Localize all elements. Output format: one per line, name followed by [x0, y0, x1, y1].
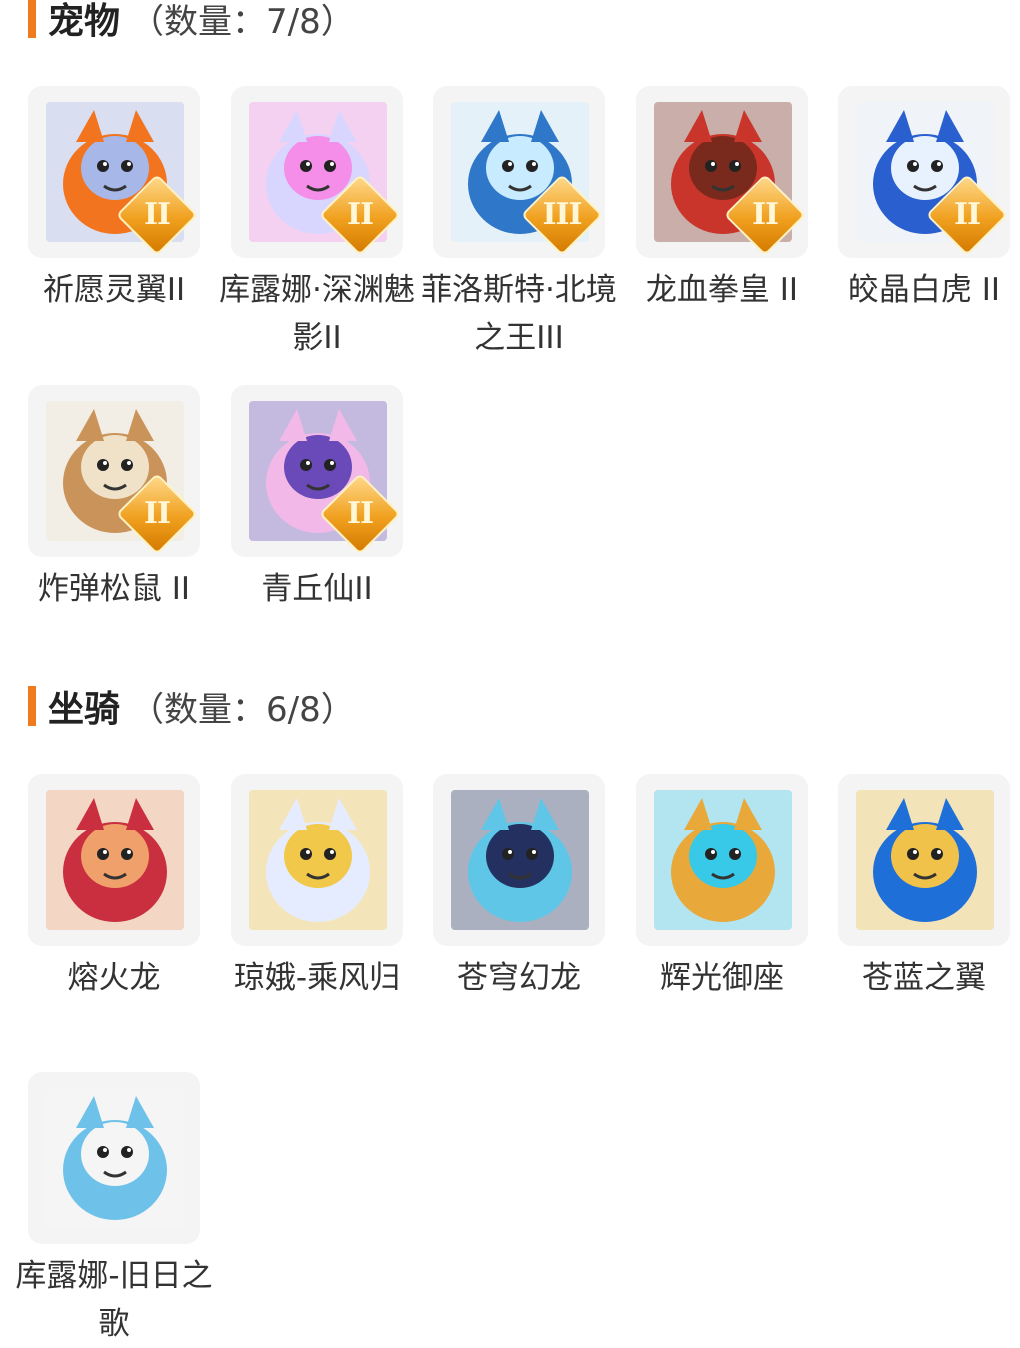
section-accent-bar — [28, 686, 36, 726]
rank-badge-label: II — [346, 496, 374, 531]
item-name: 库露娜-旧日之歌 — [15, 1258, 213, 1342]
item-thumbnail[interactable] — [838, 774, 1010, 946]
item-name: 苍穹幻龙 — [457, 960, 581, 996]
item-name: 祈愿灵翼II — [42, 272, 186, 308]
item-thumbnail[interactable]: II — [636, 86, 808, 258]
item-name: 辉光御座 — [660, 960, 784, 996]
section-count: （数量：6/8） — [130, 689, 355, 730]
section-count: （数量：7/8） — [130, 1, 355, 42]
item-thumbnail[interactable]: II — [28, 86, 200, 258]
item-name: 青丘仙II — [261, 571, 373, 607]
mounts-section-header: 坐骑 （数量：6/8） — [28, 684, 355, 730]
section-accent-bar — [28, 0, 36, 38]
item-thumbnail[interactable]: II — [231, 86, 403, 258]
item-thumbnail[interactable] — [231, 774, 403, 946]
rank-badge-label: II — [751, 197, 779, 232]
section-title: 宠物 — [48, 1, 121, 42]
rank-badge-label: II — [346, 197, 374, 232]
sky-dragon-icon — [451, 790, 589, 930]
item-thumbnail[interactable] — [433, 774, 605, 946]
pets-section-header: 宠物 （数量：7/8） — [28, 0, 355, 42]
item-thumbnail[interactable] — [636, 774, 808, 946]
rank-badge-label: II — [143, 197, 171, 232]
item-name: 琼娥-乘风归 — [233, 960, 401, 996]
item-name: 苍蓝之翼 — [862, 960, 986, 996]
item-thumbnail[interactable] — [28, 774, 200, 946]
item-name: 熔火龙 — [67, 960, 161, 996]
rank-badge-label: II — [143, 496, 171, 531]
item-name: 菲洛斯特·北境之王III — [421, 272, 617, 356]
item-thumbnail[interactable]: II — [28, 385, 200, 557]
item-name: 龙血拳皇 II — [645, 272, 799, 308]
cloud-girl-icon — [46, 1088, 184, 1228]
rank-badge-label: II — [953, 197, 981, 232]
item-name: 库露娜·深渊魅影II — [219, 272, 415, 356]
fire-dragon-icon — [46, 790, 184, 930]
item-name: 皎晶白虎 II — [847, 272, 1001, 308]
item-thumbnail[interactable] — [28, 1072, 200, 1244]
item-thumbnail[interactable]: II — [231, 385, 403, 557]
section-title: 坐骑 — [48, 689, 121, 730]
item-name: 炸弹松鼠 II — [37, 571, 191, 607]
item-thumbnail[interactable]: III — [433, 86, 605, 258]
item-thumbnail[interactable]: II — [838, 86, 1010, 258]
azure-wing-icon — [856, 790, 994, 930]
radiant-throne-icon — [654, 790, 792, 930]
moon-maiden-icon — [249, 790, 387, 930]
rank-badge-label: III — [542, 197, 582, 232]
